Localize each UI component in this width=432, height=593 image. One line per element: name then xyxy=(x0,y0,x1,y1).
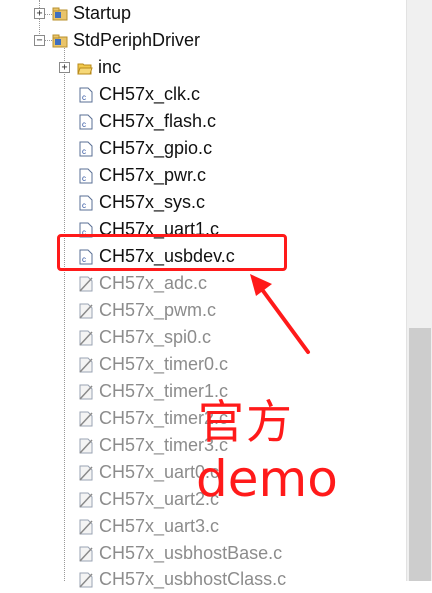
tree-item-file[interactable]: c CH57x_flash.c xyxy=(78,108,216,135)
excluded-c-file-icon xyxy=(79,546,93,562)
excluded-c-file-icon xyxy=(79,519,93,535)
tree-item-inc[interactable]: + inc xyxy=(59,54,121,81)
excluded-c-file-icon xyxy=(79,384,93,400)
tree-item-file[interactable]: c CH57x_sys.c xyxy=(78,189,205,216)
tree-item-file-excluded[interactable]: CH57x_timer0.c xyxy=(78,351,228,378)
c-file-icon: c xyxy=(79,87,93,102)
tree-item-file[interactable]: c CH57x_clk.c xyxy=(78,81,200,108)
tree-item-label: CH57x_pwm.c xyxy=(99,300,217,320)
c-file-icon: c xyxy=(79,168,93,183)
tree-item-file-excluded[interactable]: CH57x_usbhostBase.c xyxy=(78,540,282,567)
scrollbar-thumb[interactable] xyxy=(409,328,431,581)
tree-item-file[interactable]: c CH57x_gpio.c xyxy=(78,135,212,162)
tree-item-label: CH57x_gpio.c xyxy=(99,138,213,158)
source-folder-icon xyxy=(52,34,68,47)
excluded-c-file-icon xyxy=(79,465,93,481)
tree-item-file-excluded[interactable]: CH57x_usbhostClass.c xyxy=(78,566,286,593)
tree-item-stdperiphdriver[interactable]: − StdPeriphDriver xyxy=(34,27,200,54)
tree-item-label: CH57x_sys.c xyxy=(99,192,206,212)
annotation-text-chinese: 官方 xyxy=(198,395,294,449)
tree-item-file-excluded[interactable]: CH57x_adc.c xyxy=(78,270,207,297)
svg-text:c: c xyxy=(82,174,86,183)
annotation-text-english: demo xyxy=(196,450,338,508)
tree-item-file[interactable]: c CH57x_pwr.c xyxy=(78,162,206,189)
tree-item-label: CH57x_uart3.c xyxy=(99,516,220,536)
tree-guide-line xyxy=(64,48,65,581)
svg-text:c: c xyxy=(82,147,86,156)
svg-text:c: c xyxy=(82,93,86,102)
excluded-c-file-icon xyxy=(79,276,93,292)
tree-item-label: Startup xyxy=(73,3,132,23)
excluded-c-file-icon xyxy=(79,411,93,427)
folder-open-icon xyxy=(77,63,93,74)
tree-item-file-excluded[interactable]: CH57x_spi0.c xyxy=(78,324,211,351)
collapse-icon[interactable]: − xyxy=(34,35,45,46)
svg-text:c: c xyxy=(82,120,86,129)
tree-item-label: inc xyxy=(98,57,122,77)
tree-item-label: CH57x_flash.c xyxy=(99,111,217,131)
c-file-icon: c xyxy=(79,141,93,156)
highlight-box xyxy=(57,234,287,271)
tree-item-file-excluded[interactable]: CH57x_pwm.c xyxy=(78,297,216,324)
annotation-arrow-icon xyxy=(250,274,310,354)
tree-item-startup[interactable]: + Startup xyxy=(34,0,131,27)
vertical-scrollbar[interactable] xyxy=(406,0,432,581)
c-file-icon: c xyxy=(79,195,93,210)
tree-item-label: CH57x_clk.c xyxy=(99,84,201,104)
excluded-c-file-icon xyxy=(79,357,93,373)
excluded-c-file-icon xyxy=(79,438,93,454)
excluded-c-file-icon xyxy=(79,303,93,319)
excluded-c-file-icon xyxy=(79,330,93,346)
tree-item-label: CH57x_usbhostBase.c xyxy=(99,543,283,563)
tree-item-label: StdPeriphDriver xyxy=(73,30,201,50)
expand-icon[interactable]: + xyxy=(34,8,45,19)
tree-item-label: CH57x_pwr.c xyxy=(99,165,207,185)
tree-item-label: CH57x_adc.c xyxy=(99,273,208,293)
excluded-c-file-icon xyxy=(79,492,93,508)
tree-item-file-excluded[interactable]: CH57x_uart3.c xyxy=(78,513,219,540)
tree-item-label: CH57x_usbhostClass.c xyxy=(99,569,287,589)
c-file-icon: c xyxy=(79,114,93,129)
excluded-c-file-icon xyxy=(79,572,93,588)
tree-item-label: CH57x_timer0.c xyxy=(99,354,229,374)
tree-item-label: CH57x_spi0.c xyxy=(99,327,212,347)
expand-icon[interactable]: + xyxy=(59,62,70,73)
source-folder-icon xyxy=(52,7,68,20)
svg-text:c: c xyxy=(82,201,86,210)
